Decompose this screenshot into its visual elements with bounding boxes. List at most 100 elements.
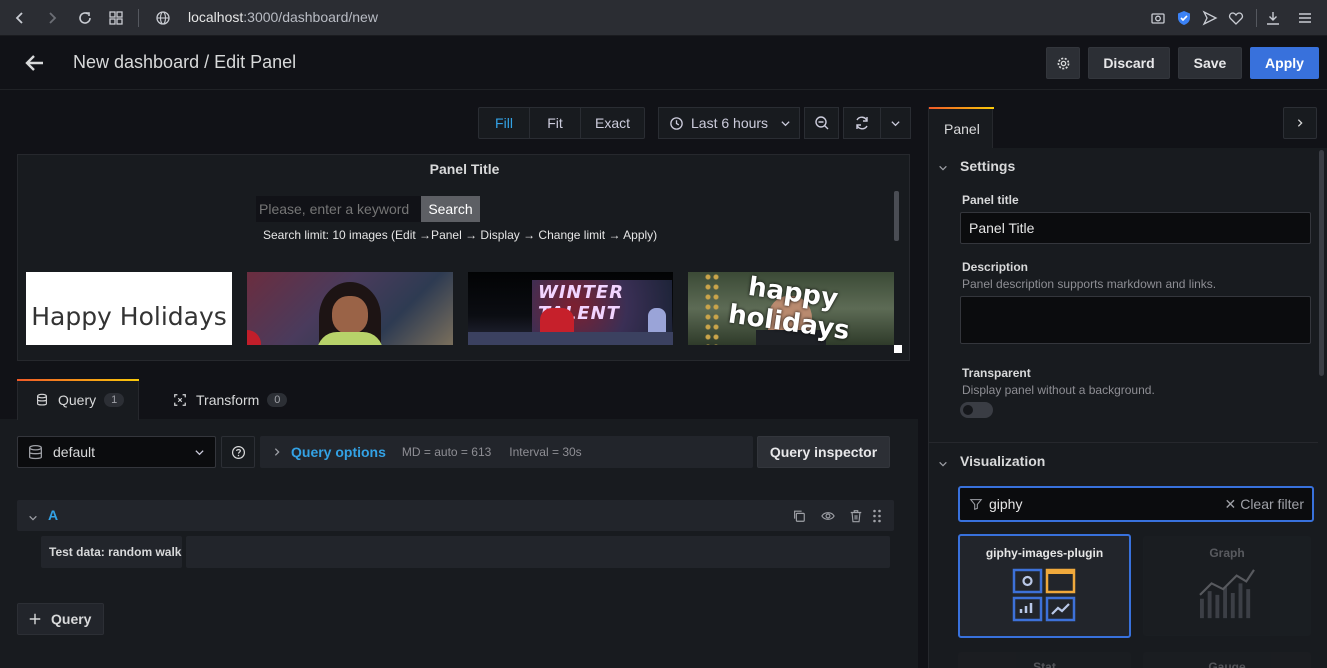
plugin-logo-icon [1012,568,1076,622]
graph-icon [1199,569,1255,619]
filter-icon [969,499,983,510]
discard-button[interactable]: Discard [1088,47,1170,79]
options-scrollbar[interactable] [1319,150,1324,376]
clear-filter-label: Clear filter [1240,496,1304,512]
viz-card-graph[interactable]: Graph [1143,536,1311,636]
datasource-select[interactable]: default [17,436,216,468]
address-bar[interactable]: localhost:3000/dashboard/new [188,9,378,25]
description-textarea[interactable] [960,296,1311,344]
visualization-heading[interactable]: Visualization [960,453,1045,469]
viz-filter-input[interactable]: giphy ✕ Clear filter [958,486,1314,522]
tab-panel-label: Panel [944,121,980,137]
tab-panel[interactable]: Panel [928,107,994,148]
viz-card-stat[interactable]: Stat [958,652,1131,668]
toolbar-divider [138,9,139,27]
time-range-label: Last 6 hours [691,115,769,131]
grid-icon[interactable] [106,8,126,28]
image-caption: Happy Holidays [31,302,227,331]
chevron-down-icon [891,120,900,126]
add-query-button[interactable]: Query [17,603,104,635]
view-mode-fit[interactable]: Fit [529,107,581,139]
giphy-image[interactable]: WINTER TALENT [468,272,673,345]
panel-scrollbar[interactable] [894,191,899,241]
transform-count-badge: 0 [267,393,288,407]
database-icon [29,444,42,459]
giphy-image[interactable]: happy holidays [688,272,894,345]
gear-icon[interactable] [1046,47,1080,79]
eye-icon[interactable] [820,509,836,523]
database-icon [37,393,47,406]
question-circle-icon [231,445,245,459]
chevron-down-icon [781,120,790,126]
heart-icon[interactable] [1226,8,1246,28]
scenario-label: Test data: random walk [41,536,182,568]
download-icon[interactable] [1263,8,1283,28]
forward-arrow-icon[interactable] [42,8,62,28]
scenario-select[interactable] [186,536,890,568]
query-options-bar[interactable]: Query options MD = auto = 613 Interval =… [260,436,753,468]
url-path: :3000/dashboard/new [243,9,378,25]
refresh-icon [856,116,868,130]
tab-query[interactable]: Query 1 [35,380,125,420]
transparent-toggle[interactable] [960,402,993,418]
section-divider [928,442,1318,443]
viz-card-gauge[interactable]: Gauge [1143,652,1311,668]
panel-title-input[interactable]: Panel Title [960,212,1311,244]
globe-icon [153,8,173,28]
viz-card-label: giphy-images-plugin [985,546,1104,560]
view-mode-exact[interactable]: Exact [580,107,645,139]
panel-title: Panel Title [429,161,500,177]
transform-icon [174,394,186,406]
reload-icon[interactable] [75,8,95,28]
send-icon[interactable] [1200,8,1220,28]
clear-filter-button[interactable]: ✕ Clear filter [1224,496,1304,513]
giphy-image[interactable] [247,272,453,345]
camera-icon[interactable] [1148,8,1168,28]
menu-icon[interactable] [1295,8,1315,28]
search-limit-note: Search limit: 10 images (Edit →Panel → D… [263,228,658,242]
shield-icon[interactable] [1174,8,1194,28]
viz-filter-value: giphy [989,496,1023,512]
query-ref-id[interactable]: A [48,507,58,523]
viz-card-label: Gauge [1208,660,1246,668]
tab-query-label: Query [58,392,97,408]
query-inspector-button[interactable]: Query inspector [757,436,890,468]
chevron-down-icon[interactable] [28,510,38,521]
query-count-badge: 1 [104,393,125,407]
transparent-label: Transparent [962,366,1031,380]
save-button[interactable]: Save [1178,47,1242,79]
viz-card-label: Graph [1209,546,1245,560]
refresh-button[interactable] [843,107,881,139]
page-title: New dashboard / Edit Panel [73,52,297,72]
help-button[interactable] [221,436,255,468]
viz-card-label: Stat [1033,660,1056,668]
interval-info: Interval = 30s [509,445,582,459]
giphy-image[interactable]: Happy Holidays [26,272,232,345]
viz-card-giphy-images-plugin[interactable]: giphy-images-plugin [958,534,1131,638]
apply-button[interactable]: Apply [1250,47,1319,79]
duplicate-icon[interactable] [792,509,806,523]
time-range-picker[interactable]: Last 6 hours [658,107,800,139]
chevron-down-icon[interactable] [938,160,948,171]
chevron-right-icon [1297,119,1303,127]
toolbar-divider [1256,9,1257,27]
keyword-search-input[interactable] [256,196,421,222]
chevron-down-icon[interactable] [938,456,948,467]
collapse-pane-button[interactable] [1283,107,1317,139]
trash-icon[interactable] [849,509,863,523]
description-hint: Panel description supports markdown and … [962,277,1217,291]
zoom-out-button[interactable] [804,107,839,139]
tab-transform[interactable]: Transform 0 [173,380,288,420]
back-arrow-icon[interactable] [24,52,46,74]
view-mode-fill[interactable]: Fill [478,107,530,139]
search-button[interactable]: Search [421,196,480,222]
refresh-interval-dropdown[interactable] [880,107,911,139]
drag-handle-icon[interactable] [872,509,882,523]
tab-transform-label: Transform [196,392,260,408]
back-arrow-icon[interactable] [10,8,30,28]
query-row-header[interactable] [17,500,894,531]
resize-handle[interactable] [894,345,902,353]
browser-toolbar: localhost:3000/dashboard/new [0,0,1327,36]
settings-heading[interactable]: Settings [960,158,1015,174]
description-label: Description [962,260,1029,274]
